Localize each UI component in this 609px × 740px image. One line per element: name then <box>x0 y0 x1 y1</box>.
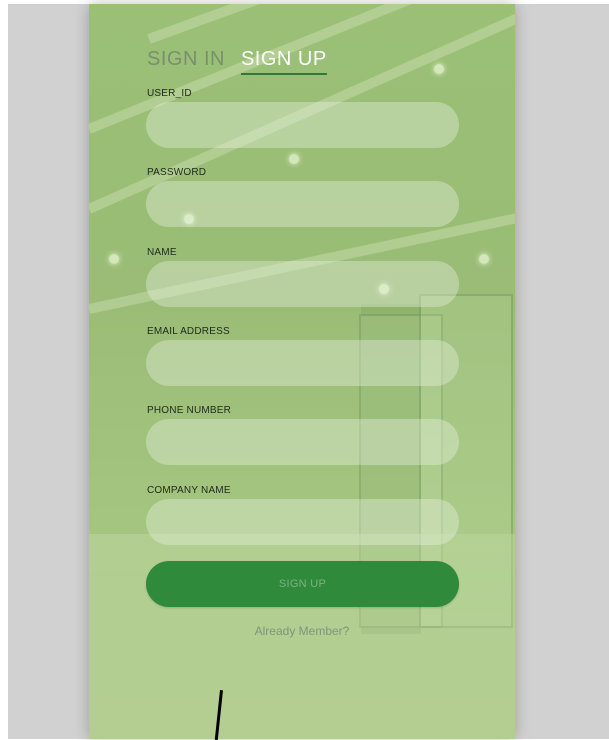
user-id-label: USER_ID <box>147 88 192 99</box>
company-label: COMPANY NAME <box>147 485 231 496</box>
name-input[interactable] <box>146 261 459 307</box>
signup-panel: SIGN IN SIGN UP USER_ID PASSWORD NAME EM… <box>89 4 515 739</box>
auth-tabs: SIGN IN SIGN UP <box>147 48 327 75</box>
password-input[interactable] <box>146 181 459 227</box>
signup-button[interactable]: SIGN UP <box>146 561 459 607</box>
tab-sign-in[interactable]: SIGN IN <box>147 48 225 75</box>
user-id-input[interactable] <box>146 102 459 148</box>
tab-sign-up[interactable]: SIGN UP <box>240 48 327 75</box>
name-label: NAME <box>147 247 177 258</box>
email-input[interactable] <box>146 340 459 386</box>
phone-input[interactable] <box>146 419 459 465</box>
company-input[interactable] <box>146 499 459 545</box>
already-member-link[interactable]: Already Member? <box>89 624 515 638</box>
password-label: PASSWORD <box>147 167 207 178</box>
email-label: EMAIL ADDRESS <box>147 326 230 337</box>
phone-label: PHONE NUMBER <box>147 405 232 416</box>
